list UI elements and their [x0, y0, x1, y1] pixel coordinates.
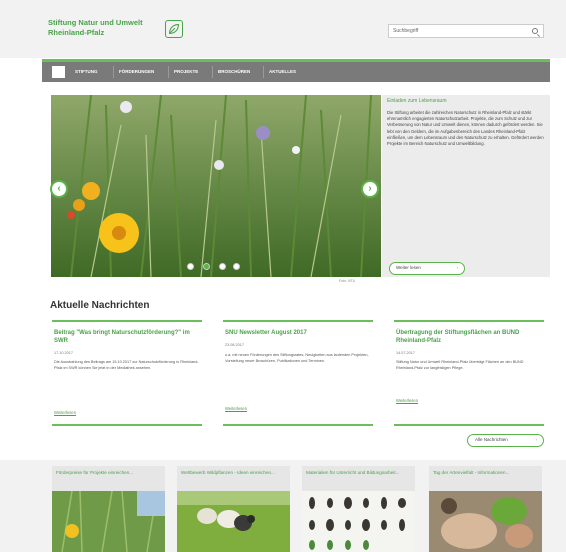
- nav-divider: [263, 66, 264, 78]
- button-label: Weiter lesen: [396, 265, 421, 270]
- teaser-title: Tag der Artenvielfalt - Informationen...: [433, 470, 510, 475]
- news-excerpt: Stiftung Natur und Umwelt Rheinland-Pfal…: [396, 360, 524, 370]
- news-date: 23.08.2017: [225, 343, 245, 347]
- news-read-more-link[interactable]: Weiterlesen: [54, 410, 76, 415]
- teaser-title: Materialien für Unterricht und Bildungsa…: [306, 470, 400, 475]
- news-card: Beitrag "Was bringt Naturschutzförderung…: [52, 320, 202, 426]
- news-headline-link[interactable]: Übertragung der Stiftungsflächen an BUND…: [396, 329, 541, 345]
- logo-line-1: Stiftung Natur und Umwelt: [48, 18, 143, 27]
- nav-item-projekte[interactable]: Projekte: [174, 66, 198, 78]
- nav-item-stiftung[interactable]: Stiftung: [75, 66, 98, 78]
- hero-slider-image: [51, 95, 381, 277]
- teaser-image: [52, 491, 165, 552]
- main-navigation: ⌂ Stiftung Förderungen Projekte Broschür…: [42, 59, 550, 82]
- hero-read-more-button[interactable]: Weiter lesen ›: [389, 262, 465, 275]
- news-headline-link[interactable]: Beitrag "Was bringt Naturschutzförderung…: [54, 329, 199, 345]
- site-logo[interactable]: Stiftung Natur und Umwelt Rheinland-Pfal…: [48, 18, 143, 38]
- news-read-more-link[interactable]: Weiterlesen: [396, 398, 418, 403]
- home-icon: ⌂: [57, 69, 60, 74]
- nav-divider: [113, 66, 114, 78]
- teaser-tile[interactable]: Förderpreise für Projekte einreichen...: [52, 466, 165, 552]
- nav-divider: [212, 66, 213, 78]
- chevron-right-icon: ›: [535, 437, 538, 442]
- teaser-tile[interactable]: Materialien für Unterricht und Bildungsa…: [302, 466, 415, 552]
- nav-divider: [168, 66, 169, 78]
- news-date: 17.10.2017: [54, 351, 74, 355]
- leaf-logo-icon: [165, 20, 183, 38]
- chevron-right-icon: ›: [456, 265, 459, 270]
- hero-panel-text: Die Stiftung arbeitet die zahlreichen Na…: [387, 110, 544, 147]
- news-card: Übertragung der Stiftungsflächen an BUND…: [394, 320, 544, 426]
- slider-dot-active[interactable]: [203, 263, 210, 270]
- chevron-left-icon: ‹: [57, 183, 61, 194]
- nav-home-button[interactable]: ⌂: [52, 66, 65, 78]
- button-label: Alle Nachrichten: [475, 437, 508, 442]
- chevron-right-icon: ›: [368, 183, 372, 194]
- slider-dot[interactable]: [219, 263, 226, 270]
- nav-item-aktuelles[interactable]: Aktuelles: [269, 66, 296, 78]
- news-excerpt: u.a. mit neuen Förderungen des Stiftungs…: [225, 353, 369, 363]
- teaser-tile[interactable]: Wettbewerb Wildpflanzen - Ideen einreich…: [177, 466, 290, 552]
- news-date: 14.07.2017: [396, 351, 416, 355]
- news-headline-link[interactable]: SNU Newsletter August 2017: [225, 329, 370, 337]
- nav-item-foerderungen[interactable]: Förderungen: [119, 66, 154, 78]
- photo-credit: Foto: NTU: [339, 279, 356, 283]
- logo-line-2: Rheinland-Pfalz: [48, 28, 105, 37]
- news-section-title: Aktuelle Nachrichten: [50, 300, 150, 311]
- teaser-tile[interactable]: Tag der Artenvielfalt - Informationen...: [429, 466, 542, 552]
- slider-dot[interactable]: [187, 263, 194, 270]
- search-placeholder: Suchbegriff: [393, 28, 419, 34]
- news-read-more-link[interactable]: Weiterlesen: [225, 406, 247, 411]
- search-icon[interactable]: [532, 28, 538, 34]
- nav-item-broschueren[interactable]: Broschüren: [218, 66, 250, 78]
- slider-prev-button[interactable]: ‹: [50, 180, 68, 198]
- slider-dot[interactable]: [233, 263, 240, 270]
- news-excerpt: Die Ausstrahlung des Beitrags am 15.10.2…: [54, 360, 199, 370]
- search-input[interactable]: Suchbegriff: [388, 24, 544, 38]
- all-news-button[interactable]: Alle Nachrichten ›: [467, 434, 544, 447]
- hero-panel-title: Einladen zum Lebensraum: [387, 98, 447, 104]
- teaser-image: [177, 491, 290, 552]
- teaser-title: Förderpreise für Projekte einreichen...: [56, 470, 134, 475]
- teaser-image: [429, 491, 542, 552]
- slider-next-button[interactable]: ›: [361, 180, 379, 198]
- news-card: SNU Newsletter August 2017 23.08.2017 u.…: [223, 320, 373, 426]
- teaser-title: Wettbewerb Wildpflanzen - Ideen einreich…: [181, 470, 275, 475]
- teaser-image: [302, 491, 415, 552]
